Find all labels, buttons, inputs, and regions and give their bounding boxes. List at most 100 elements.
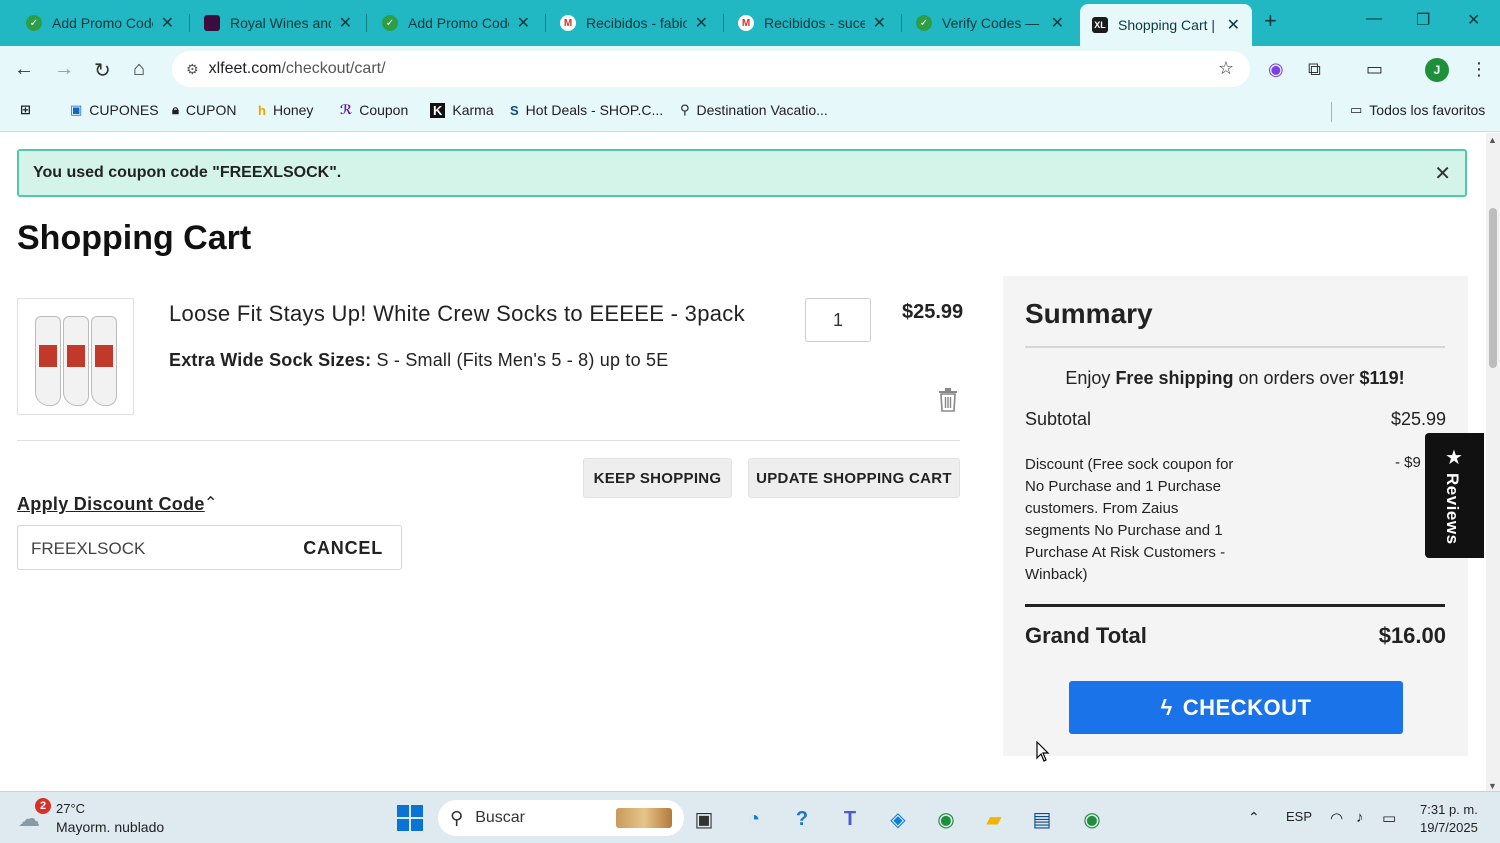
tab-separator	[189, 14, 190, 32]
menu-kebab-icon[interactable]: ⋮	[1470, 59, 1488, 80]
minimize-icon[interactable]: —	[1366, 10, 1382, 28]
tab-5[interactable]: M Recibidos - suces ✕	[726, 6, 898, 40]
windows-start-icon[interactable]	[397, 805, 423, 831]
restore-icon[interactable]: ❐	[1416, 10, 1430, 30]
site-info-icon[interactable]: ⚙	[186, 61, 199, 78]
discount-code-value[interactable]: FREEXLSOCK	[31, 539, 145, 559]
remote-desktop-icon[interactable]: ▤	[1028, 805, 1056, 833]
tab-close-icon[interactable]: ✕	[339, 13, 352, 33]
windows-taskbar: ☁ 2 27°C Mayorm. nublado ⚲ Buscar ▣ ◔ ? …	[0, 791, 1500, 843]
cancel-coupon-button[interactable]: CANCEL	[303, 538, 383, 559]
forward-icon[interactable]: →	[54, 58, 74, 81]
edge-icon[interactable]: ◔	[740, 805, 768, 833]
coupon-site-icon: ✓	[26, 15, 42, 31]
option-value: S - Small (Fits Men's 5 - 8) up to 5E	[376, 350, 669, 370]
page-content: You used coupon code "FREEXLSOCK". ✕ Sho…	[0, 133, 1486, 791]
update-cart-button[interactable]: UPDATE SHOPPING CART	[748, 458, 960, 498]
reload-icon[interactable]: ↻	[94, 58, 111, 83]
close-icon[interactable]: ✕	[1434, 161, 1451, 186]
address-bar[interactable]: ⚙ xlfeet.com/checkout/cart/ ☆	[172, 51, 1250, 87]
file-explorer-icon[interactable]: ▰	[980, 805, 1008, 833]
bookmark-coupon[interactable]: ℛ Coupon	[340, 102, 408, 118]
sock-shape	[90, 316, 117, 406]
temperature[interactable]: 27°C	[56, 801, 85, 816]
clock[interactable]: 7:31 p. m. 19/7/2025	[1420, 801, 1478, 837]
wifi-icon[interactable]: ◠	[1330, 809, 1343, 827]
battery-icon[interactable]: ▭	[1382, 809, 1396, 827]
tab-2[interactable]: Royal Wines and ✕	[192, 6, 364, 40]
reviews-tab[interactable]: ★ Reviews	[1425, 433, 1484, 558]
bookmark-honey[interactable]: h Honey	[258, 102, 313, 118]
bookmark-karma[interactable]: K Karma	[430, 102, 494, 118]
tray-chevron-up-icon[interactable]: ⌃	[1248, 809, 1260, 826]
tab-close-icon[interactable]: ✕	[873, 13, 886, 33]
coupon-icon: ℛ	[340, 102, 353, 117]
bookmark-hot-deals[interactable]: S Hot Deals - SHOP.C...	[510, 102, 663, 118]
bookmark-destination[interactable]: ⚲ Destination Vacatio...	[680, 102, 828, 118]
tab-3[interactable]: ✓ Add Promo Code ✕	[370, 6, 542, 40]
keep-shopping-button[interactable]: KEEP SHOPPING	[583, 458, 732, 498]
tab-close-icon[interactable]: ✕	[1227, 15, 1240, 35]
tab-close-icon[interactable]: ✕	[1051, 13, 1064, 33]
discount-code-field[interactable]: FREEXLSOCK CANCEL	[17, 525, 402, 570]
url-domain: xlfeet.com	[208, 60, 282, 77]
close-window-icon[interactable]: ✕	[1467, 10, 1480, 30]
extension-icon[interactable]: ◉	[1268, 59, 1284, 80]
chrome-icon[interactable]: ◉	[932, 805, 960, 833]
chrome-profile-icon[interactable]: ◉	[1078, 805, 1106, 833]
help-icon[interactable]: ?	[788, 805, 816, 833]
input-language[interactable]: ESP	[1286, 809, 1312, 824]
search-icon: ⚲	[450, 807, 464, 828]
bookmark-cupones[interactable]: ▣ CUPONES	[70, 102, 159, 118]
quantity-input[interactable]: 1	[805, 298, 871, 342]
tab-4[interactable]: M Recibidos - fabio ✕	[548, 6, 720, 40]
order-summary: Summary Enjoy Free shipping on orders ov…	[1003, 276, 1468, 756]
page-scrollbar[interactable]: ▲ ▼	[1486, 133, 1500, 791]
summary-title: Summary	[1025, 298, 1153, 329]
product-name[interactable]: Loose Fit Stays Up! White Crew Socks to …	[169, 301, 745, 327]
item-price: $25.99	[902, 301, 964, 323]
tab-search-icon[interactable]: ▭	[1366, 59, 1383, 80]
teams-icon[interactable]: T	[836, 805, 864, 833]
taskbar-search[interactable]: ⚲ Buscar	[438, 800, 684, 836]
scroll-thumb[interactable]	[1489, 208, 1497, 368]
sock-shape	[62, 316, 89, 406]
profile-avatar[interactable]: J	[1425, 58, 1449, 82]
task-view-icon[interactable]: ▣	[690, 805, 718, 833]
mouse-cursor	[1036, 741, 1050, 762]
gmail-icon: M	[560, 15, 576, 31]
home-icon[interactable]: ⌂	[133, 58, 145, 81]
weather-description[interactable]: Mayorm. nublado	[56, 819, 164, 835]
tab-close-icon[interactable]: ✕	[517, 13, 530, 33]
success-message: You used coupon code "FREEXLSOCK". ✕	[17, 149, 1467, 197]
page-title: Shopping Cart	[17, 219, 252, 257]
tab-1[interactable]: ✓ Add Promo Code ✕	[14, 6, 186, 40]
tab-close-icon[interactable]: ✕	[161, 13, 174, 33]
bookmarks-bar: ⊞ ▣ CUPONES 🔒︎ CUPON h Honey ℛ Coupon K Karma…	[0, 92, 1500, 132]
apps-grid-icon[interactable]: ⊞	[20, 102, 38, 118]
karma-icon: K	[430, 102, 446, 118]
trash-icon[interactable]	[938, 388, 958, 412]
url-path: /checkout/cart/	[281, 60, 386, 77]
app-icon[interactable]: ◈	[884, 805, 912, 833]
checkout-button[interactable]: ϟ CHECKOUT	[1069, 681, 1403, 734]
tab-6[interactable]: ✓ Verify Codes — S ✕	[904, 6, 1076, 40]
tab-7-active[interactable]: XL Shopping Cart | X ✕	[1080, 4, 1252, 46]
product-image[interactable]	[17, 298, 134, 415]
extensions-puzzle-icon[interactable]: ⧉	[1308, 59, 1321, 80]
scroll-up-icon[interactable]: ▲	[1488, 135, 1497, 145]
chevron-up-icon[interactable]: ⌃	[204, 493, 217, 513]
tab-separator	[901, 14, 902, 32]
back-icon[interactable]: ←	[14, 58, 34, 81]
discount-code-toggle[interactable]: Apply Discount Code	[17, 494, 205, 515]
all-bookmarks[interactable]: ▭ Todos los favoritos	[1350, 102, 1485, 118]
tab-close-icon[interactable]: ✕	[695, 13, 708, 33]
volume-icon[interactable]: ♪	[1356, 809, 1364, 826]
option-label: Extra Wide Sock Sizes:	[169, 350, 372, 370]
scroll-down-icon[interactable]: ▼	[1488, 781, 1497, 791]
new-tab-icon[interactable]: +	[1264, 8, 1277, 34]
bookmark-cupon[interactable]: 🔒︎ CUPON	[172, 102, 236, 118]
bookmark-star-icon[interactable]: ☆	[1218, 58, 1234, 79]
grand-total-divider	[1025, 604, 1445, 607]
grand-total-label: Grand Total	[1025, 623, 1147, 648]
